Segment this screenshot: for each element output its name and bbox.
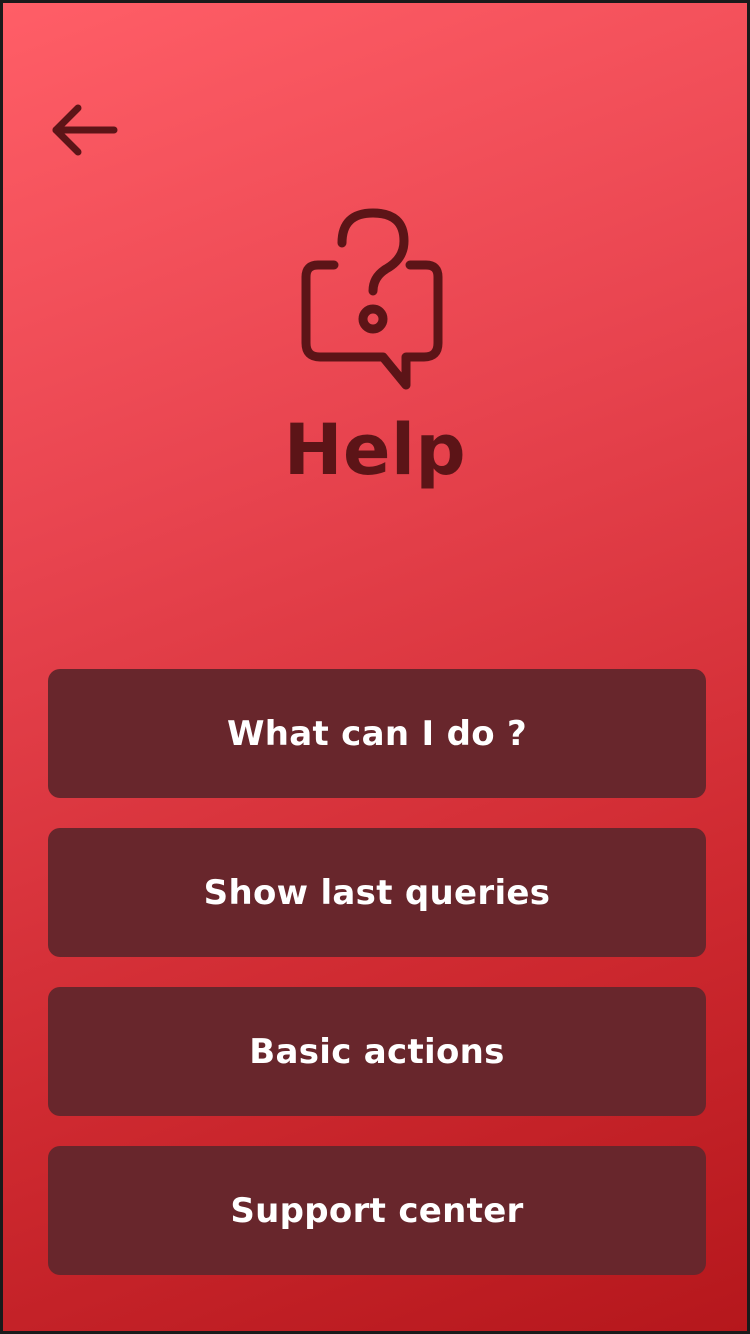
what-can-i-do-button[interactable]: What can I do ?	[48, 669, 706, 798]
basic-actions-button[interactable]: Basic actions	[48, 987, 706, 1116]
menu-item-label: Show last queries	[203, 872, 551, 913]
back-button[interactable]	[45, 99, 123, 161]
help-menu: What can I do ? Show last queries Basic …	[48, 669, 706, 1305]
menu-item-label: Support center	[230, 1190, 524, 1231]
help-chat-bubble-icon	[298, 205, 448, 395]
menu-item-label: What can I do ?	[226, 713, 528, 754]
menu-item-label: Basic actions	[249, 1031, 505, 1072]
show-last-queries-button[interactable]: Show last queries	[48, 828, 706, 957]
help-screen: Help What can I do ? Show last queries B…	[0, 0, 750, 1334]
page-title: Help	[283, 409, 467, 491]
support-center-button[interactable]: Support center	[48, 1146, 706, 1275]
arrow-left-icon	[48, 102, 120, 158]
